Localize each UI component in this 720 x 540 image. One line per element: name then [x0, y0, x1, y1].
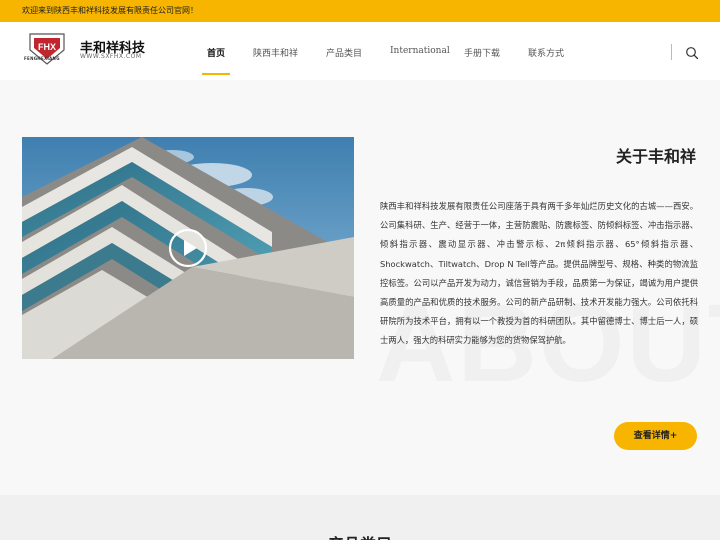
about-description: 陕西丰和祥科技发展有限责任公司座落于具有两千多年灿烂历史文化的古城——西安。公司…: [380, 201, 698, 346]
nav-downloads[interactable]: 手册下载: [464, 46, 500, 59]
products-title: 产品类目: [0, 531, 720, 540]
welcome-text: 欢迎来到陕西丰和祥科技发展有限责任公司官网！: [22, 6, 198, 15]
about-section: ABOUT: [0, 80, 720, 495]
nav-about[interactable]: 陕西丰和祥: [253, 46, 298, 59]
nav-international[interactable]: International: [390, 46, 450, 56]
nav-active-indicator: [202, 73, 230, 75]
products-section: 产品类目: [0, 495, 720, 540]
play-icon[interactable]: [168, 228, 208, 268]
site-header: FHX FENGHEXIANG 丰和祥科技 WWW.SXFHX.COM 首页 陕…: [0, 22, 720, 80]
about-title: 关于丰和祥: [615, 147, 696, 166]
search-icon[interactable]: [685, 46, 699, 60]
nav-divider: [671, 44, 672, 60]
brand-url: WWW.SXFHX.COM: [80, 53, 142, 60]
top-announcement-bar: 欢迎来到陕西丰和祥科技发展有限责任公司官网！: [0, 0, 720, 22]
logo-subtitle: FENGHEXIANG: [24, 56, 60, 61]
about-video-thumbnail[interactable]: [22, 137, 354, 359]
svg-text:FHX: FHX: [38, 42, 56, 52]
view-details-button[interactable]: 查看详情+: [614, 422, 697, 450]
nav-products[interactable]: 产品类目: [326, 46, 362, 59]
nav-home[interactable]: 首页: [207, 46, 225, 59]
nav-contact[interactable]: 联系方式: [528, 46, 564, 59]
